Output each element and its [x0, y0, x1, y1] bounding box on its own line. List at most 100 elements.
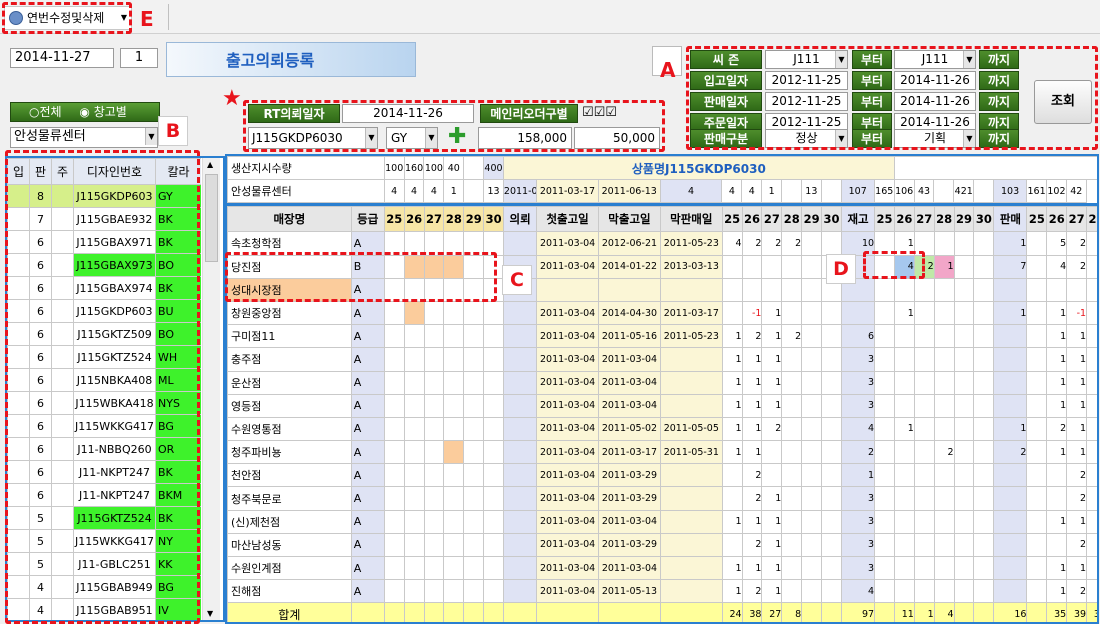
receipt-from[interactable]: 2012-11-25 [765, 71, 848, 90]
grid-cell[interactable]: 2014-04-30 [598, 300, 661, 326]
grid-cell[interactable]: 충주점 [227, 347, 352, 372]
list-item[interactable]: 5 J115GKTZ524 BK [7, 506, 201, 530]
grid-cell[interactable] [403, 300, 425, 326]
grid-cell[interactable]: 2011-03-29 [598, 532, 661, 558]
grid-cell[interactable] [403, 555, 425, 581]
grid-cell[interactable] [503, 231, 538, 256]
grid-cell[interactable] [1026, 463, 1048, 488]
grid-cell[interactable]: 1 [721, 579, 743, 604]
table-row[interactable]: 청주파비뇽 A 2011-03-04 2011-03-17 2011-05-31 1 1 2 2… [227, 440, 1097, 465]
grid-cell[interactable]: 2011-03-04 [536, 440, 600, 465]
grid-cell[interactable]: 2011-05-31 [659, 440, 723, 465]
table-row[interactable]: 영등점A2011-03-042011-03-041113111 [227, 393, 1097, 418]
grid-cell[interactable]: A [350, 509, 385, 534]
grid-cell[interactable]: 진해점 [227, 579, 352, 604]
grid-cell[interactable] [893, 347, 915, 372]
grid-cell[interactable] [463, 324, 485, 349]
grid-cell[interactable]: 1 [741, 555, 763, 581]
grid-cell[interactable]: 1 [761, 555, 783, 581]
grid-cell[interactable] [874, 532, 895, 558]
grid-cell[interactable] [443, 393, 465, 418]
grid-cell[interactable]: 2011-03-04 [536, 347, 600, 372]
list-item[interactable]: 6 J115GBAX974 BK [7, 276, 201, 300]
grid-cell[interactable]: 2011-03-04 [536, 300, 600, 326]
grid-cell[interactable] [443, 486, 465, 511]
grid-cell[interactable] [721, 532, 743, 558]
grid-cell[interactable] [801, 277, 823, 302]
list-item[interactable]: 6 J115WBKA418 NYS [7, 391, 201, 415]
grid-cell[interactable] [801, 555, 823, 581]
grid-cell[interactable]: 2 [1046, 416, 1068, 442]
grid-cell[interactable] [443, 416, 465, 442]
grid-cell[interactable]: 2 [1066, 231, 1088, 256]
table-row[interactable]: 당진점 B 2011-03-04 2014-01-22 2013-03-13 4 2 1 7 4 2… [227, 254, 1097, 279]
grid-cell[interactable] [659, 370, 723, 395]
grid-cell[interactable] [403, 416, 425, 442]
grid-cell[interactable] [933, 393, 955, 418]
grid-cell[interactable] [933, 347, 955, 372]
grid-cell[interactable] [933, 509, 955, 534]
cell-design[interactable]: J115GKDP603 [73, 184, 156, 208]
cell-color[interactable]: BK [155, 460, 201, 484]
grid-cell[interactable]: A [350, 486, 385, 511]
cell-ip[interactable] [7, 230, 30, 254]
grid-cell[interactable]: 2 [761, 231, 783, 256]
grid-cell[interactable] [1026, 324, 1048, 349]
col-ju[interactable]: 주 [51, 158, 74, 185]
grid-cell[interactable] [503, 370, 538, 395]
grid-cell[interactable] [443, 370, 465, 395]
grid-cell[interactable]: 2 [993, 440, 1028, 465]
grid-cell[interactable]: 3 [840, 486, 876, 511]
grid-col-header[interactable]: 27 [913, 206, 935, 233]
grid-cell[interactable]: 1 [1066, 370, 1088, 395]
grid-cell[interactable] [383, 347, 405, 372]
list-item[interactable]: 5 J11-GBLC251 KK [7, 552, 201, 576]
cell-design[interactable]: J115GBAX974 [73, 276, 156, 300]
grid-cell[interactable] [1026, 486, 1048, 511]
grid-cell[interactable] [503, 347, 538, 372]
grid-cell[interactable] [973, 440, 995, 465]
grid-cell[interactable]: 1 [1086, 579, 1097, 604]
cell-ju[interactable] [51, 598, 74, 620]
grid-cell[interactable]: 2 [761, 416, 783, 442]
grid-cell[interactable] [953, 416, 975, 442]
grid-cell[interactable] [463, 579, 485, 604]
grid-cell[interactable]: 2 [781, 324, 803, 349]
grid-cell[interactable]: A [350, 300, 385, 326]
grid-cell[interactable] [874, 324, 895, 349]
grid-cell[interactable] [893, 463, 915, 488]
grid-cell[interactable] [503, 440, 538, 465]
cell-design[interactable]: J115WKKG417 [73, 414, 156, 438]
cell-ip[interactable] [7, 575, 30, 599]
list-item[interactable]: 6 J11-NKPT247 BK [7, 460, 201, 484]
grid-cell[interactable] [423, 324, 445, 349]
cell-ip[interactable] [7, 184, 30, 208]
grid-cell[interactable]: 2 [1066, 463, 1088, 488]
add-icon[interactable]: ✚ [448, 126, 466, 148]
product-select[interactable]: J115GKDP6030 ▼ [248, 127, 378, 149]
grid-cell[interactable]: 4 [893, 254, 915, 279]
grid-cell[interactable] [973, 277, 995, 302]
cell-pan[interactable]: 5 [29, 529, 52, 553]
grid-cell[interactable]: 2011-05-23 [659, 324, 723, 349]
grid-col-header[interactable]: 30 [973, 206, 995, 233]
cell-ju[interactable] [51, 575, 74, 599]
grid-cell[interactable] [913, 324, 935, 349]
table-row[interactable]: 충주점A2011-03-042011-03-041113111 [227, 347, 1097, 372]
grid-cell[interactable] [933, 579, 955, 604]
grid-cell[interactable] [933, 555, 955, 581]
cell-design[interactable]: J11-NBBQ260 [73, 437, 156, 461]
cell-pan[interactable]: 6 [29, 391, 52, 415]
grid-col-header[interactable]: 28 [1086, 206, 1097, 233]
grid-cell[interactable] [821, 324, 842, 349]
grid-cell[interactable] [383, 370, 405, 395]
col-pan[interactable]: 판 [29, 158, 52, 185]
list-item[interactable]: 6 J115GKTZ524 WH [7, 345, 201, 369]
sales-to[interactable]: 2014-11-26 [894, 92, 976, 111]
season-from[interactable]: J111 ▼ [765, 50, 848, 69]
cell-ip[interactable] [7, 299, 30, 323]
grid-cell[interactable] [933, 231, 955, 256]
grid-cell[interactable] [801, 370, 823, 395]
cell-ju[interactable] [51, 299, 74, 323]
grid-cell[interactable]: 1 [741, 347, 763, 372]
